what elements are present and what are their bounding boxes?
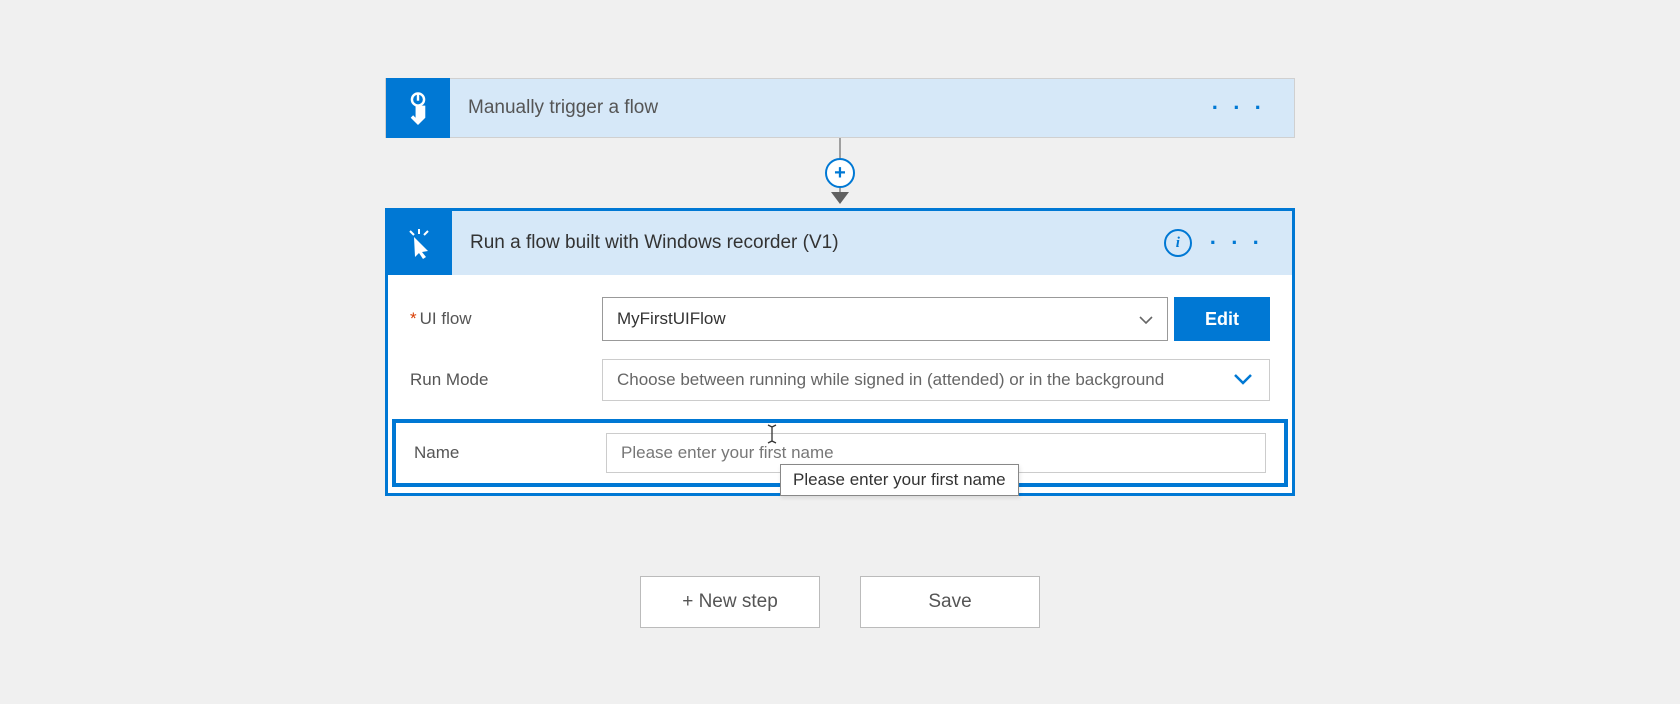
chevron-down-icon [1233,370,1253,390]
manual-trigger-icon [386,78,450,138]
uiflow-dropdown[interactable]: MyFirstUIFlow [602,297,1168,341]
action-header[interactable]: Run a flow built with Windows recorder (… [388,211,1292,275]
runmode-label: Run Mode [410,370,602,390]
trigger-title: Manually trigger a flow [450,97,1212,119]
name-label: Name [414,443,606,463]
required-asterisk: * [410,309,417,328]
trigger-card[interactable]: Manually trigger a flow · · · [385,78,1295,138]
uiflow-label: *UI flow [410,309,602,329]
chevron-down-icon [1139,309,1153,329]
info-icon[interactable]: i [1164,229,1192,257]
trigger-menu-icon[interactable]: · · · [1212,95,1294,121]
new-step-button[interactable]: + New step [640,576,820,628]
runmode-select[interactable]: Choose between running while signed in (… [602,359,1270,401]
connector: + [385,138,1295,208]
save-button[interactable]: Save [860,576,1040,628]
uiflow-value: MyFirstUIFlow [617,309,726,329]
runmode-placeholder: Choose between running while signed in (… [617,370,1164,390]
tooltip: Please enter your first name [780,464,1019,496]
action-card: Run a flow built with Windows recorder (… [385,208,1295,496]
action-title: Run a flow built with Windows recorder (… [452,232,1164,254]
flow-canvas: Manually trigger a flow · · · + Run a [0,0,1680,704]
add-step-button[interactable]: + [825,158,855,188]
edit-button[interactable]: Edit [1174,297,1270,341]
action-menu-icon[interactable]: · · · [1210,230,1292,256]
windows-recorder-icon [388,211,452,275]
arrow-down-icon [831,192,849,204]
